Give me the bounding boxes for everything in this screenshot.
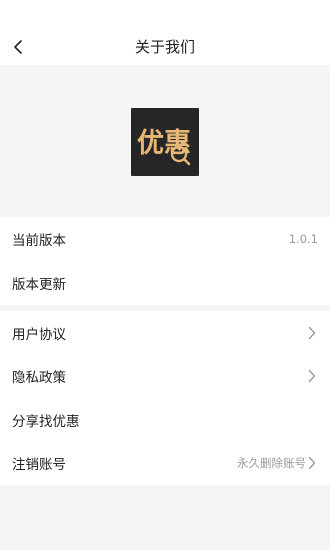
share-label: 分享找优惠 bbox=[12, 413, 80, 430]
chevron-right-icon bbox=[308, 326, 316, 339]
version-update-label: 版本更新 bbox=[12, 277, 66, 293]
current-version-row: 当前版本 1.0.1 bbox=[0, 217, 330, 261]
current-version-value: 1.0.1 bbox=[288, 232, 318, 246]
share-row[interactable]: 分享找优惠 bbox=[0, 398, 330, 442]
version-update-row[interactable]: 版本更新 bbox=[0, 261, 330, 305]
cancel-account-value: 永久删除账号 bbox=[237, 456, 306, 471]
chevron-right-icon bbox=[308, 457, 316, 470]
logo-area: 优惠 bbox=[0, 65, 330, 217]
app-logo-text: 优惠 bbox=[137, 128, 191, 159]
about-us-screen: 关于我们 优惠 当前版本 1.0.1 版本更新 用户协议 隐私政策 分享找优惠 … bbox=[0, 0, 330, 550]
current-version-label: 当前版本 bbox=[12, 233, 66, 249]
cancel-account-label: 注销账号 bbox=[12, 457, 66, 474]
user-agreement-label: 用户协议 bbox=[12, 326, 66, 343]
page-title: 关于我们 bbox=[134, 38, 195, 56]
user-agreement-row[interactable]: 用户协议 bbox=[0, 311, 330, 355]
privacy-policy-arrow bbox=[308, 369, 316, 383]
user-agreement-arrow bbox=[308, 326, 316, 340]
nav-header: 关于我们 bbox=[0, 0, 330, 65]
version-section: 当前版本 1.0.1 版本更新 bbox=[0, 217, 330, 305]
cancel-account-row[interactable]: 注销账号 永久删除账号 bbox=[0, 442, 330, 486]
privacy-policy-row[interactable]: 隐私政策 bbox=[0, 355, 330, 399]
privacy-policy-label: 隐私政策 bbox=[12, 370, 66, 387]
links-section: 用户协议 隐私政策 分享找优惠 注销账号 永久删除账号 bbox=[0, 311, 330, 485]
app-logo: 优惠 bbox=[131, 108, 199, 176]
cancel-account-right: 永久删除账号 bbox=[237, 455, 316, 471]
chevron-right-icon bbox=[308, 370, 316, 383]
